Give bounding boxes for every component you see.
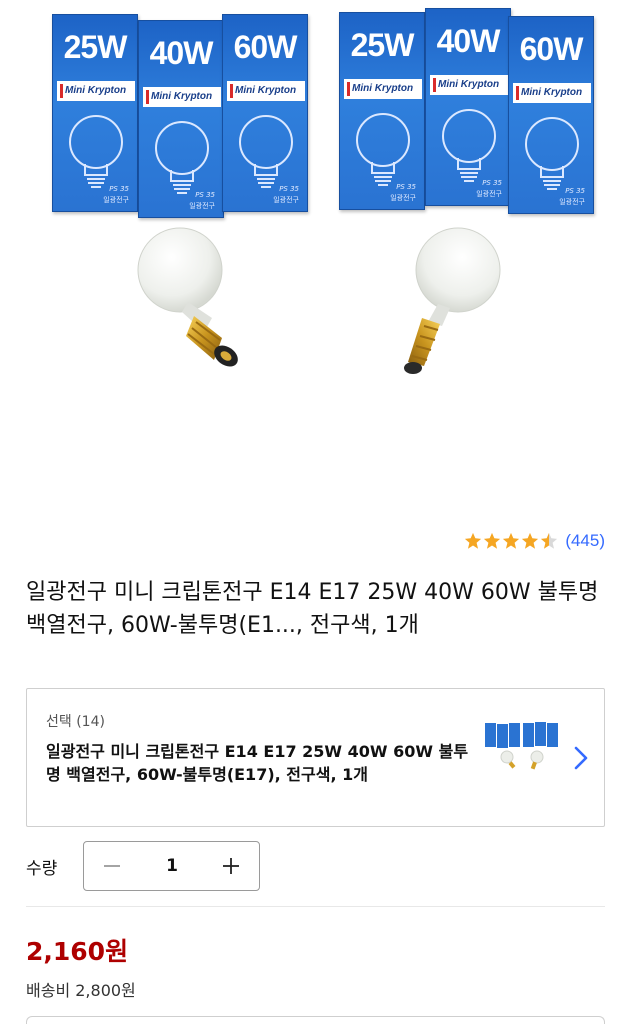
bulb-outline-icon bbox=[155, 121, 209, 194]
product-image[interactable]: 25W Mini Krypton PS 35 일광전구 40W Mini Kry… bbox=[0, 0, 631, 520]
quantity-stepper[interactable]: 1 bbox=[83, 841, 260, 891]
product-box-40w-right: 40W Mini Krypton PS 35 일광전구 bbox=[425, 8, 511, 206]
box-watt: 40W bbox=[149, 35, 214, 71]
product-box-60w-left: 60W Mini Krypton PS 35 일광전구 bbox=[222, 14, 308, 212]
star-full-icon bbox=[503, 532, 520, 549]
decrease-quantity-button[interactable] bbox=[92, 842, 132, 890]
star-full-icon bbox=[522, 532, 539, 549]
option-selector[interactable]: 선택 (14) 일광전구 미니 크립톤전구 E14 E17 25W 40W 60… bbox=[26, 688, 605, 827]
box-brand: Mini Krypton bbox=[143, 87, 221, 107]
box-watt: 25W bbox=[63, 29, 128, 65]
next-section-card bbox=[26, 1016, 605, 1024]
box-maker: 일광전구 bbox=[476, 190, 502, 198]
rating-stars bbox=[464, 532, 559, 550]
light-bulb-left-image bbox=[137, 227, 238, 367]
bulb-outline-icon bbox=[442, 109, 496, 182]
section-divider bbox=[26, 906, 605, 907]
minus-icon bbox=[104, 865, 120, 867]
box-brand: Mini Krypton bbox=[344, 79, 422, 99]
box-watt: 60W bbox=[233, 29, 298, 65]
bulb-outline-icon bbox=[356, 113, 410, 186]
bulb-outline-icon bbox=[525, 117, 579, 190]
box-spec: PS 35 bbox=[482, 179, 502, 187]
quantity-label: 수량 bbox=[26, 859, 58, 879]
box-brand: Mini Krypton bbox=[513, 83, 591, 103]
light-bulb-right-image bbox=[404, 227, 501, 374]
box-maker: 일광전구 bbox=[189, 202, 215, 210]
box-spec: PS 35 bbox=[195, 191, 215, 199]
option-label: 선택 (14) bbox=[46, 714, 105, 730]
bulb-outline-icon bbox=[239, 115, 293, 188]
product-rating[interactable]: (445) bbox=[464, 531, 605, 551]
option-thumbnail-image bbox=[483, 721, 559, 781]
product-box-40w-left: 40W Mini Krypton PS 35 일광전구 bbox=[138, 20, 224, 218]
product-box-60w-right: 60W Mini Krypton PS 35 일광전구 bbox=[508, 16, 594, 214]
box-maker: 일광전구 bbox=[390, 194, 416, 202]
box-brand: Mini Krypton bbox=[227, 81, 305, 101]
quantity-value[interactable]: 1 bbox=[144, 842, 200, 890]
selected-option-text: 일광전구 미니 크립톤전구 E14 E17 25W 40W 60W 불투명 백열… bbox=[46, 742, 469, 784]
box-spec: PS 35 bbox=[279, 185, 299, 193]
box-brand: Mini Krypton bbox=[430, 75, 508, 95]
product-box-25w-left: 25W Mini Krypton PS 35 일광전구 bbox=[52, 14, 138, 212]
review-count-link[interactable]: (445) bbox=[565, 531, 605, 551]
product-box-25w-right: 25W Mini Krypton PS 35 일광전구 bbox=[339, 12, 425, 210]
sale-price: 2,160원 bbox=[26, 937, 129, 966]
star-half-icon bbox=[541, 532, 558, 549]
shipping-fee: 배송비 2,800원 bbox=[26, 981, 136, 1000]
box-brand: Mini Krypton bbox=[57, 81, 135, 101]
box-watt: 25W bbox=[350, 27, 415, 63]
star-full-icon bbox=[465, 532, 482, 549]
increase-quantity-button[interactable] bbox=[211, 842, 251, 890]
box-maker: 일광전구 bbox=[559, 198, 585, 206]
box-maker: 일광전구 bbox=[103, 196, 129, 204]
box-spec: PS 35 bbox=[396, 183, 416, 191]
box-spec: PS 35 bbox=[565, 187, 585, 195]
box-spec: PS 35 bbox=[109, 185, 129, 193]
box-watt: 40W bbox=[436, 23, 501, 59]
product-title: 일광전구 미니 크립톤전구 E14 E17 25W 40W 60W 불투명 백열… bbox=[26, 580, 599, 638]
box-maker: 일광전구 bbox=[273, 196, 299, 204]
box-watt: 60W bbox=[519, 31, 584, 67]
star-full-icon bbox=[484, 532, 501, 549]
chevron-right-icon bbox=[574, 746, 588, 770]
plus-icon bbox=[223, 858, 239, 874]
bulb-outline-icon bbox=[69, 115, 123, 188]
